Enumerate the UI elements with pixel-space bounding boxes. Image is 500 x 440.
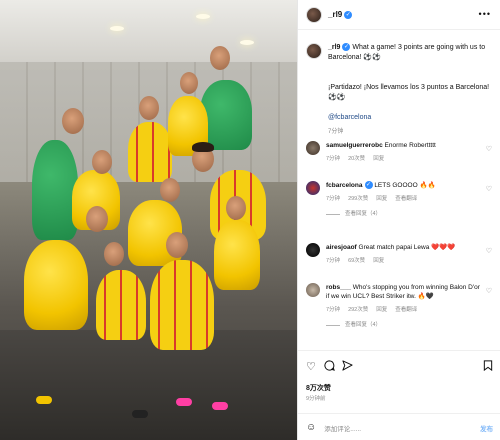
avatar[interactable] [306, 283, 320, 297]
player-head [86, 206, 108, 232]
avatar[interactable] [306, 243, 320, 257]
comment-icon[interactable] [324, 360, 335, 374]
comment: fcbarcelona ✓ LETS GOOOO 🔥🔥 7分钟 299次赞 回复 查看翻… [306, 181, 496, 219]
comment-username[interactable]: robs___ [326, 284, 351, 291]
verified-badge-icon: ✓ [364, 181, 373, 190]
heart-icon[interactable]: ♡ [486, 185, 492, 193]
post-actions: ♡ 8万次赞 9分钟前 ☺ 添加评论...... 发布 [298, 350, 500, 440]
caption-text: _rl9 ✓ What a game! 3 points are going wi… [328, 43, 496, 137]
comment-time: 7分钟 [326, 196, 341, 202]
comment-text: Great match papai Lewa ❤️❤️❤️ [358, 244, 456, 251]
reply-link[interactable]: 回复 [376, 196, 387, 202]
floor [0, 330, 297, 440]
comment-likes[interactable]: 299次赞 [348, 196, 368, 202]
comment: airesjoaof Great match papai Lewa ❤️❤️❤️… [306, 243, 496, 266]
reply-link[interactable]: 回复 [373, 156, 384, 162]
player [96, 270, 146, 340]
player-head [180, 72, 198, 94]
caption-en: What a game! 3 points are going with us … [328, 44, 486, 61]
comment-username[interactable]: airesjoaof [326, 244, 357, 251]
player-head [210, 46, 230, 70]
reply-link[interactable]: 回复 [376, 307, 387, 313]
share-icon[interactable] [342, 360, 353, 374]
post-header: _rl9 ✓ ••• [298, 0, 500, 30]
caption-username[interactable]: _rl9 [328, 44, 340, 51]
player-head [104, 242, 124, 266]
comment-input[interactable]: 添加评论...... [324, 423, 480, 433]
player [150, 260, 214, 350]
player [214, 220, 260, 290]
heart-icon[interactable]: ♡ [486, 247, 492, 255]
player [128, 122, 172, 182]
caption: _rl9 ✓ What a game! 3 points are going wi… [306, 43, 496, 137]
translate-link[interactable]: 查看翻译 [395, 196, 417, 202]
comment-time: 7分钟 [326, 258, 341, 264]
verified-badge-icon: ✓ [342, 43, 351, 52]
add-comment-bar: ☺ 添加评论...... 发布 [298, 413, 500, 440]
translate-link[interactable]: 查看翻译 [395, 307, 417, 313]
player-head [166, 232, 188, 258]
avatar[interactable] [306, 141, 320, 155]
heart-icon[interactable]: ♡ [486, 287, 492, 295]
bookmark-icon[interactable] [483, 360, 493, 374]
comment-time: 7分钟 [326, 307, 341, 313]
post-date: 9分钟前 [306, 396, 326, 402]
view-replies-link[interactable]: 查看回复（4） [326, 210, 484, 219]
comment-time: 7分钟 [326, 156, 341, 162]
comment-likes[interactable]: 20次赞 [348, 156, 365, 162]
player-head [92, 150, 112, 174]
post-details-panel: _rl9 ✓ ••• _rl9 ✓ What a game! 3 points ar… [297, 0, 500, 440]
post-photo[interactable] [0, 0, 297, 440]
player-head [160, 178, 180, 202]
verified-badge-icon: ✓ [344, 10, 353, 19]
comment: robs___ Who's stopping you from winning … [306, 283, 496, 330]
mention-link[interactable]: @fcbarcelona [328, 113, 496, 123]
like-count[interactable]: 8万次赞 [306, 383, 331, 393]
player [32, 140, 78, 240]
boot [36, 396, 52, 404]
comment-text: Enorme Roberttttt [384, 142, 436, 149]
comment-username[interactable]: samuelguerrerobc [326, 142, 383, 149]
ceiling-light [240, 40, 254, 45]
comments-scroll-area[interactable]: _rl9 ✓ What a game! 3 points are going wi… [298, 31, 500, 349]
avatar[interactable] [306, 181, 320, 195]
reply-link[interactable]: 回复 [373, 258, 384, 264]
instagram-post-view: _rl9 ✓ ••• _rl9 ✓ What a game! 3 points ar… [0, 0, 500, 440]
avatar[interactable] [306, 43, 322, 59]
view-replies-link[interactable]: 查看回复（4） [326, 321, 484, 330]
comment-username[interactable]: fcbarcelona [326, 182, 363, 189]
player-head [139, 96, 159, 120]
avatar[interactable] [306, 6, 322, 23]
ceiling [0, 0, 297, 70]
boot [132, 410, 148, 418]
caption-es: ¡Partidazo! ¡Nos llevamos los 3 puntos a… [328, 84, 490, 101]
comment-likes[interactable]: 292次赞 [348, 307, 368, 313]
ceiling-light [110, 26, 124, 31]
comment-text: LETS GOOOO 🔥🔥 [374, 182, 436, 189]
boot [212, 402, 228, 410]
player-hair [192, 142, 214, 152]
caption-time: 7分钟 [328, 129, 344, 135]
post-comment-button[interactable]: 发布 [480, 423, 493, 433]
username-link[interactable]: _rl9 ✓ [328, 10, 353, 19]
more-icon[interactable]: ••• [479, 9, 491, 19]
comment: samuelguerrerobc Enorme Roberttttt 7分钟 20… [306, 141, 496, 164]
heart-icon[interactable]: ♡ [306, 360, 316, 373]
comment-likes[interactable]: 69次赞 [348, 258, 365, 264]
player-head [226, 196, 246, 220]
emoji-icon[interactable]: ☺ [306, 422, 316, 433]
player-head [62, 108, 84, 134]
ceiling-light [196, 14, 210, 19]
player [24, 240, 88, 330]
boot [176, 398, 192, 406]
heart-icon[interactable]: ♡ [486, 145, 492, 153]
